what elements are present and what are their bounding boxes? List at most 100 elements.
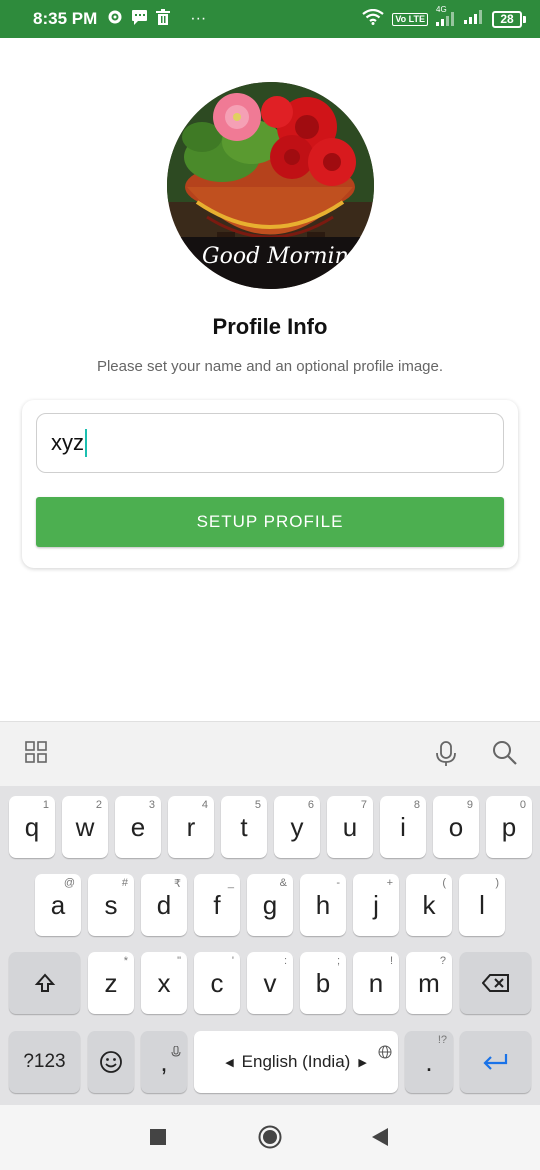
key-hint: # (121, 877, 128, 889)
key-label: e (130, 811, 146, 842)
profile-avatar[interactable]: Good Morning (167, 82, 374, 289)
key-hint: 8 (413, 799, 420, 811)
status-bar: 8:35 PM ··· Vo LTE 4G 28 (0, 0, 540, 38)
key-o[interactable]: o9 (433, 796, 479, 858)
key-x[interactable]: x " (141, 952, 187, 1014)
apps-grid-icon[interactable] (24, 740, 52, 768)
period-key-hint: !? (437, 1034, 447, 1046)
key-l[interactable]: l) (459, 874, 505, 936)
key-hint: _ (227, 877, 234, 889)
key-hint: 3 (148, 799, 155, 811)
key-label: q (24, 811, 40, 842)
battery-icon: 28 (492, 10, 526, 28)
symbols-key-label: ?123 (23, 1051, 66, 1072)
key-c[interactable]: c ' (194, 952, 240, 1014)
key-r[interactable]: r4 (168, 796, 214, 858)
key-u[interactable]: u7 (327, 796, 373, 858)
key-d[interactable]: d ₹ (141, 874, 187, 936)
delete-icon (156, 8, 171, 30)
key-label: m (418, 967, 440, 998)
emoji-key[interactable] (88, 1031, 134, 1093)
key-hint: 0 (519, 799, 526, 811)
key-j[interactable]: j + (353, 874, 399, 936)
key-f[interactable]: f _ (194, 874, 240, 936)
key-q[interactable]: q1 (9, 796, 55, 858)
profile-card: xyz SETUP PROFILE (22, 400, 518, 568)
navigation-bar (0, 1105, 540, 1170)
caret-right-icon: ▶ (358, 1056, 367, 1069)
key-hint: 9 (466, 799, 473, 811)
shift-key[interactable] (9, 952, 80, 1014)
volte-badge: Vo LTE (392, 12, 428, 26)
key-hint: ' (231, 955, 234, 967)
space-key[interactable]: ◀ English (India) ▶ (194, 1031, 398, 1093)
key-e[interactable]: e3 (115, 796, 161, 858)
name-input[interactable]: xyz (36, 413, 504, 473)
key-hint: ? (439, 955, 446, 967)
key-p[interactable]: p0 (486, 796, 532, 858)
key-s[interactable]: s # (88, 874, 134, 936)
key-m[interactable]: m? (406, 952, 452, 1014)
key-n[interactable]: n! (353, 952, 399, 1014)
signal-4g-icon: 4G (436, 5, 456, 26)
page-title: Profile Info (212, 314, 328, 339)
key-a[interactable]: a @ (35, 874, 81, 936)
key-label: i (400, 811, 406, 842)
period-key[interactable]: . !? (405, 1031, 453, 1093)
name-input-value: xyz (51, 430, 84, 455)
settings-icon (107, 9, 123, 30)
key-label: v (263, 967, 277, 998)
space-key-label: English (India) (241, 1052, 351, 1071)
message-icon (131, 9, 148, 30)
keyboard: q1w2e3r4t5y6u7i8o9p0 a @ s # d ₹ f _ g & h - j + k(l) … (0, 786, 540, 1105)
key-g[interactable]: g & (247, 874, 293, 936)
key-hint: : (283, 955, 287, 967)
key-label: n (368, 967, 384, 998)
key-label: a (50, 889, 66, 920)
backspace-key[interactable] (460, 952, 531, 1014)
setup-profile-button[interactable]: SETUP PROFILE (36, 497, 504, 547)
text-caret (85, 429, 87, 457)
key-label: w (75, 811, 95, 842)
key-label: d (156, 889, 172, 920)
key-z[interactable]: z * (88, 952, 134, 1014)
key-label: j (373, 889, 379, 920)
key-w[interactable]: w2 (62, 796, 108, 858)
key-label: l (479, 889, 485, 920)
back-button[interactable] (372, 1128, 388, 1151)
key-y[interactable]: y6 (274, 796, 320, 858)
key-hint: ) (495, 877, 499, 889)
key-label: o (448, 811, 464, 842)
enter-key[interactable] (460, 1031, 531, 1093)
key-label: h (315, 889, 331, 920)
key-b[interactable]: b; (300, 952, 346, 1014)
comma-key-label: , (160, 1046, 168, 1077)
keyboard-toolbar (0, 721, 540, 786)
key-hint: 7 (360, 799, 367, 811)
globe-icon (378, 1035, 392, 1066)
wifi-icon (362, 8, 385, 30)
key-i[interactable]: i8 (380, 796, 426, 858)
key-label: x (157, 967, 171, 998)
key-label: g (262, 889, 278, 920)
microphone-icon[interactable] (434, 740, 462, 768)
key-h[interactable]: h- (300, 874, 346, 936)
key-k[interactable]: k( (406, 874, 452, 936)
key-hint: + (386, 877, 393, 889)
symbols-key[interactable]: ?123 (9, 1031, 80, 1093)
key-hint: 2 (95, 799, 102, 811)
key-label: k (422, 889, 436, 920)
search-icon[interactable] (492, 740, 520, 768)
home-button[interactable] (258, 1125, 282, 1154)
mic-hint-icon (171, 1035, 181, 1066)
status-time: 8:35 PM (33, 9, 98, 28)
key-hint: & (279, 877, 287, 889)
key-hint: ; (336, 955, 340, 967)
key-hint: 6 (307, 799, 314, 811)
recents-button[interactable] (150, 1129, 166, 1150)
comma-key[interactable]: , (141, 1031, 187, 1093)
key-label: u (342, 811, 358, 842)
battery-level: 28 (492, 10, 522, 28)
key-t[interactable]: t5 (221, 796, 267, 858)
key-v[interactable]: v: (247, 952, 293, 1014)
